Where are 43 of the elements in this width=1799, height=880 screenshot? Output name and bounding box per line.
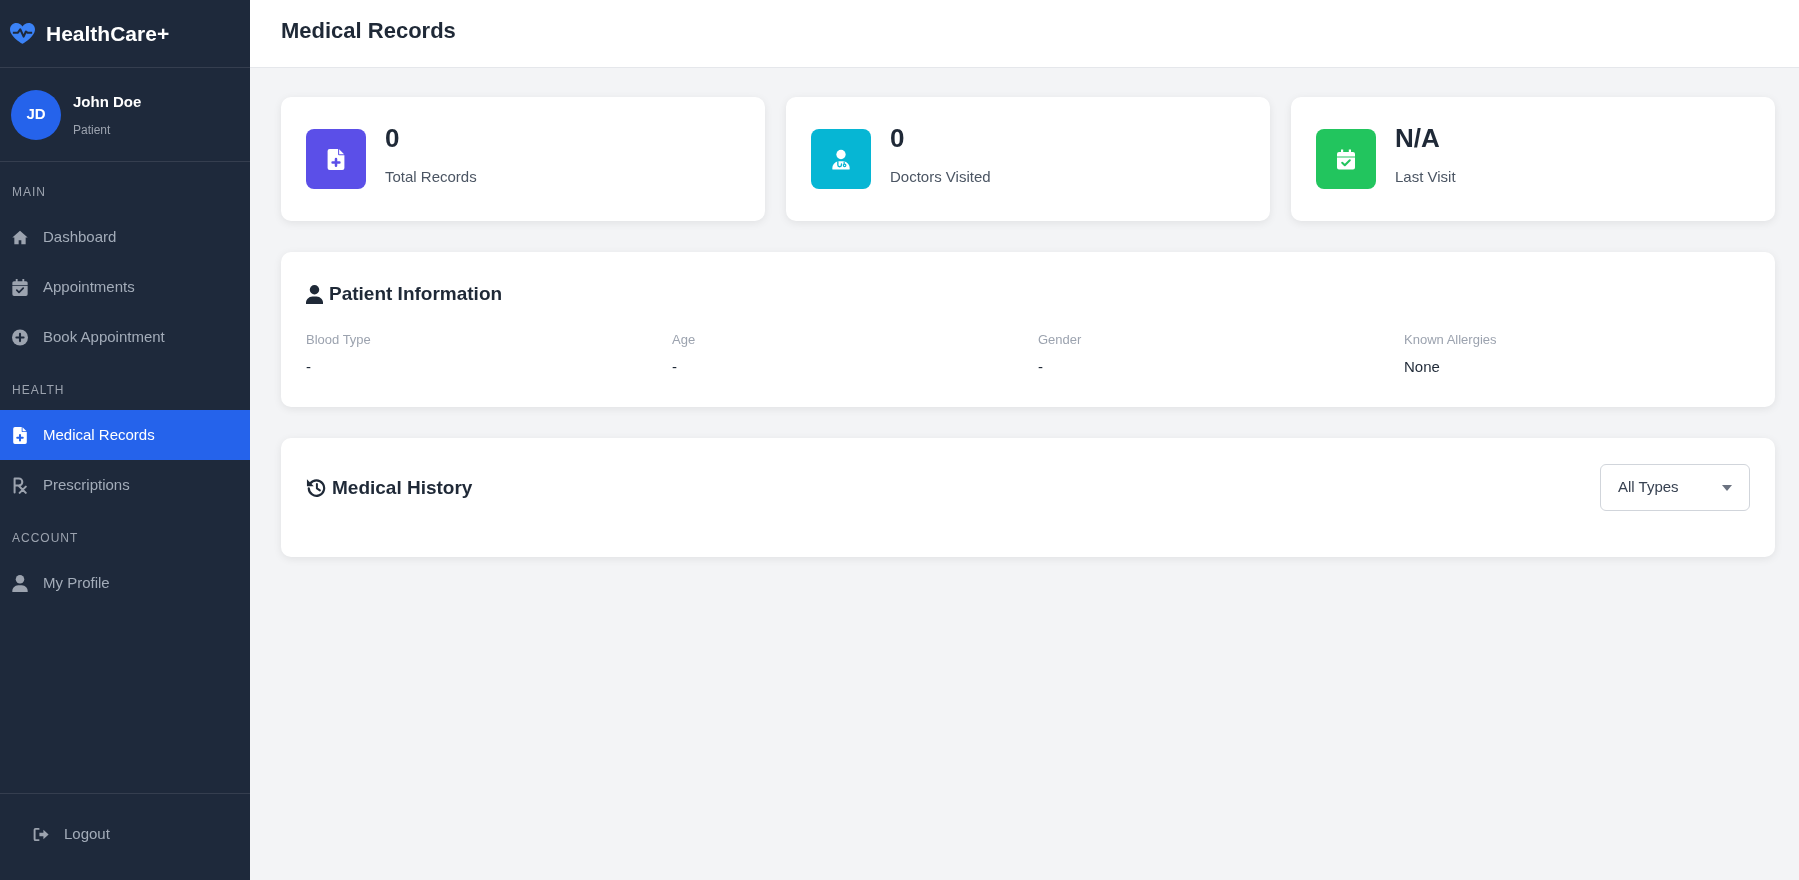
field-value: - [1038,357,1044,377]
sidebar-item[interactable]: Medical Records [0,410,250,460]
sidebar-item[interactable]: Appointments [0,262,250,312]
calendar-check-icon [12,278,28,296]
stat-label: Total Records [385,167,477,187]
user-icon [12,574,28,592]
sidebar-item[interactable]: Prescriptions [0,460,250,510]
sidebar-item[interactable]: Book Appointment [0,312,250,362]
plus-circle-icon [12,328,28,346]
page-title: Medical Records [281,16,456,45]
stat-value: 0 [385,123,401,153]
brand-name: HealthCare+ [46,20,170,47]
field-label: Gender [1038,331,1083,349]
section-title: Medical History [332,475,473,500]
field-label: Blood Type [306,331,372,349]
section-label: HEALTH [11,382,66,399]
caret-down-icon [1722,484,1732,491]
heart-pulse-icon [10,23,35,44]
stat-label: Last Visit [1395,167,1456,187]
rx-icon [12,476,28,494]
history-icon [306,478,326,497]
stat-value: 0 [890,123,906,153]
sidebar-item[interactable]: Dashboard [0,212,250,262]
section-label: ACCOUNT [11,530,80,547]
user-name: John Doe [73,91,142,112]
field-label: Age [672,331,697,349]
user-icon [306,284,323,304]
house-icon [12,228,28,246]
field-value: - [306,357,312,377]
document-plus-icon [12,426,28,444]
field-value: None [1404,357,1441,377]
stat-value: N/A [1395,123,1441,153]
field-value: - [672,357,678,377]
logout-icon [33,826,49,842]
user-role: Patient [73,121,112,138]
logout-button[interactable]: Logout [20,820,123,848]
sidebar-item[interactable]: My Profile [0,558,250,608]
user-avatar: JD [11,89,61,140]
type-filter-dropdown[interactable]: All Types [1600,464,1750,511]
stat-label: Doctors Visited [890,167,991,187]
field-label: Known Allergies [1404,331,1498,349]
section-label: MAIN [11,184,47,201]
section-title: Patient Information [329,282,503,306]
